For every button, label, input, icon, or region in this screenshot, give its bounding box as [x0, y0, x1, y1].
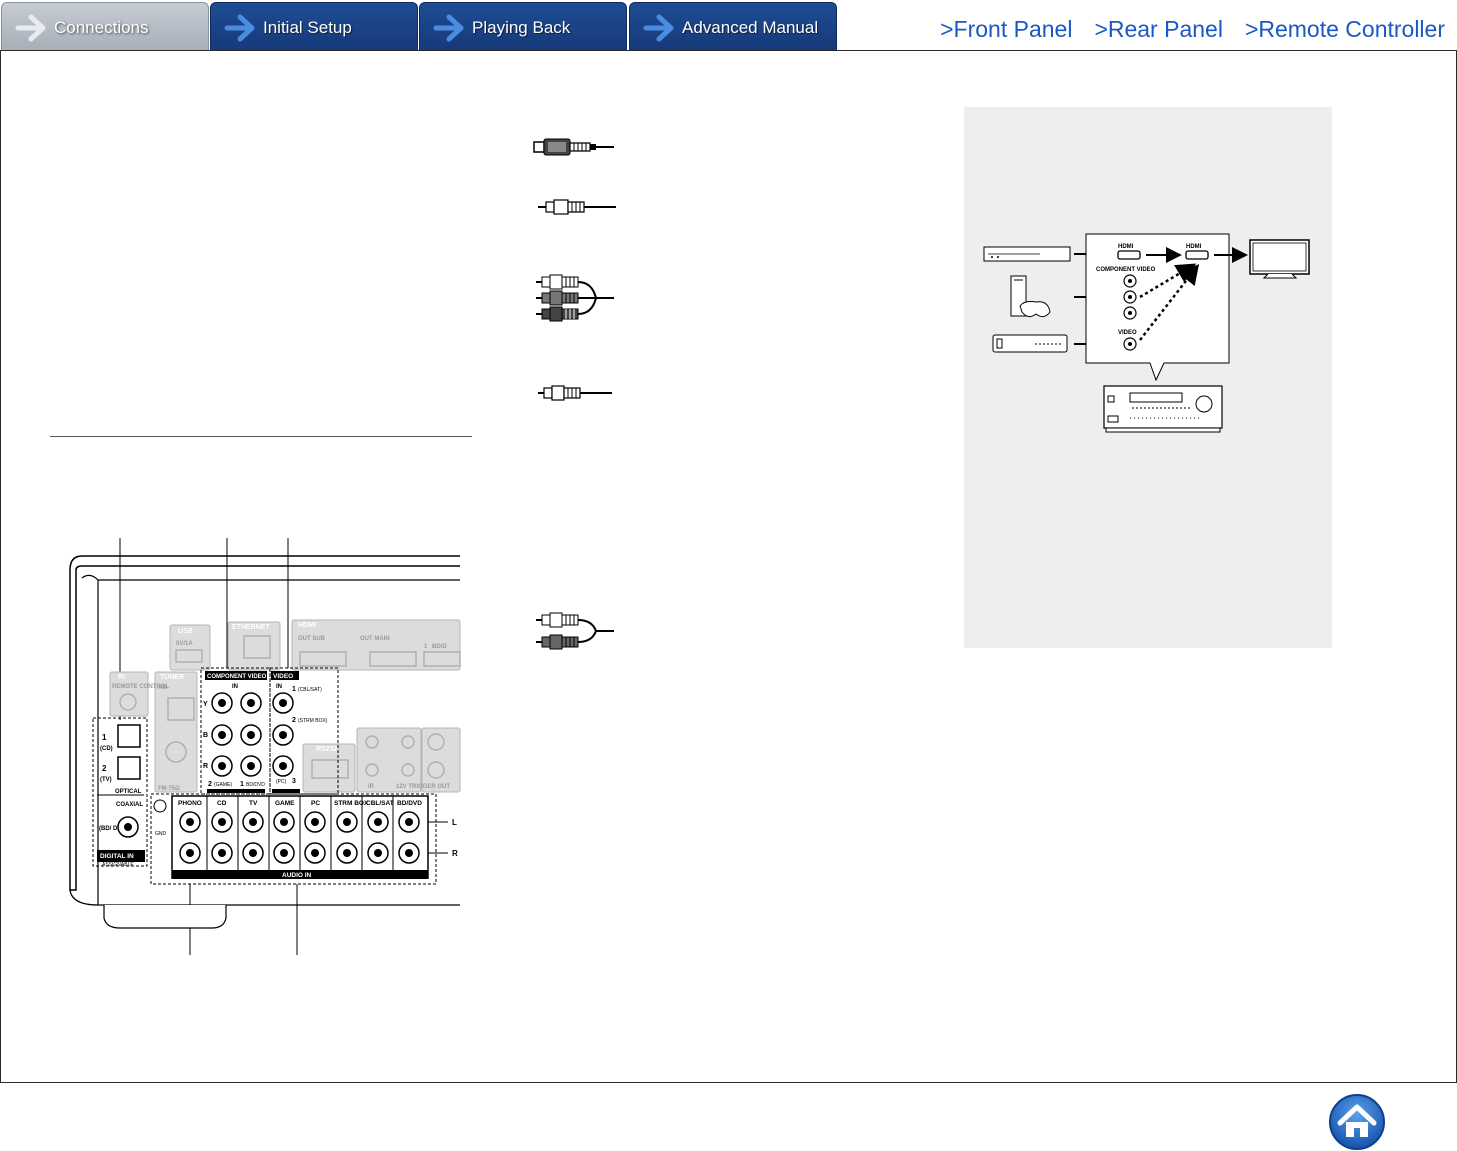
- component-pr-label: R: [203, 763, 208, 770]
- gnd-label: GND: [155, 831, 167, 837]
- tab-initial-setup[interactable]: Initial Setup: [210, 2, 418, 51]
- composite-video-cable-icon: [538, 385, 612, 401]
- diagram-component-video-label: COMPONENT VIDEO: [1096, 267, 1156, 273]
- tv-icon: [1249, 239, 1310, 279]
- audio-col-strmbox: STRM BOX: [334, 800, 369, 807]
- bd-player-icon: [983, 246, 1071, 262]
- tab-label: Playing Back: [472, 18, 571, 37]
- component-game-label: (GAME): [214, 782, 232, 788]
- audio-col-game: GAME: [275, 800, 295, 807]
- audio-col-pc: PC: [311, 800, 320, 807]
- component-bddvd-label: BD/DVD: [246, 782, 265, 788]
- audio-col-cd: CD: [217, 800, 227, 807]
- av-receiver-icon: [1103, 385, 1223, 433]
- tab-playing-back[interactable]: Playing Back: [419, 2, 627, 51]
- rear-panel-illustration: USB ETHERNET HDMI RI TUNER RS232 5V/1A O…: [69, 538, 461, 955]
- tab-label: Initial Setup: [263, 18, 352, 37]
- section-divider: [50, 436, 472, 437]
- hdmi-label: HDMI: [298, 622, 316, 629]
- trigger-label: 12V TRIGGER OUT: [396, 784, 450, 790]
- video-signal-flow-diagram: HDMI HDMI COMPONENT VIDEO VIDEO: [983, 233, 1310, 433]
- video-3-label: 3: [292, 778, 296, 785]
- front-panel-link[interactable]: >Front Panel: [940, 16, 1072, 43]
- top-navigation: Connections Initial Setup Playing Back A…: [0, 0, 1457, 51]
- digital-cd-label: (CD): [100, 746, 113, 752]
- tab-label: Advanced Manual: [682, 18, 819, 37]
- arrow-right-icon: [433, 14, 464, 42]
- am-label: AM: [158, 685, 167, 691]
- optical-label: OPTICAL: [115, 789, 142, 795]
- diagram-hdmi-out-label: HDMI: [1186, 244, 1202, 250]
- tab-advanced-manual[interactable]: Advanced Manual: [629, 2, 837, 51]
- tab-connections[interactable]: Connections: [1, 2, 209, 51]
- audio-col-bddvd: BD/DVD: [397, 800, 422, 807]
- tab-label: Connections: [54, 18, 149, 37]
- video-cblsat-label: (CBL/SAT): [298, 687, 322, 693]
- remote-controller-link[interactable]: >Remote Controller: [1245, 16, 1445, 43]
- component-video-label: COMPONENT VIDEO: [207, 674, 267, 680]
- coaxial-cable-icon: [538, 199, 616, 215]
- video-in-label: IN: [276, 684, 282, 690]
- component-in-label: IN: [232, 684, 238, 690]
- arrow-right-icon: [643, 14, 674, 42]
- audio-in-label: AUDIO IN: [282, 872, 312, 879]
- component-y-label: Y: [203, 701, 208, 708]
- digital-tv-label: (TV): [100, 777, 112, 783]
- digital-2-label: 2: [102, 764, 107, 773]
- home-button[interactable]: [1328, 1093, 1386, 1151]
- rear-panel-link[interactable]: >Rear Panel: [1094, 16, 1223, 43]
- digital-assignable-label: ASSIGNABLE: [102, 862, 134, 868]
- ethernet-label: ETHERNET: [232, 624, 270, 631]
- optical-cable-icon: [533, 138, 614, 156]
- diagram-video-label: VIDEO: [1118, 330, 1137, 336]
- arrow-right-icon: [15, 14, 46, 42]
- usb-label: USB: [178, 628, 193, 635]
- audio-col-tv: TV: [249, 800, 258, 807]
- component-1-label: 1: [240, 781, 244, 788]
- panel-links: >Front Panel >Rear Panel >Remote Control…: [940, 16, 1445, 43]
- hdmi-out-sub-label: OUT SUB: [298, 636, 326, 642]
- tuner-label: TUNER: [160, 674, 184, 681]
- hdmi-out-main-label: OUT MAIN: [360, 636, 390, 642]
- audio-col-cblsat: CBL/SAT: [366, 800, 394, 807]
- component-2-label: 2: [208, 781, 212, 788]
- ri-label: RI: [118, 674, 125, 681]
- cable-box-icon: [992, 334, 1068, 353]
- left-channel-label: L: [452, 818, 457, 827]
- rs232-label: RS232: [316, 746, 338, 753]
- ir-label: IR: [368, 784, 375, 790]
- hdmi-in-bd-label: BD/D: [432, 644, 447, 650]
- video-1-label: 1: [292, 686, 296, 693]
- right-channel-label: R: [452, 849, 458, 858]
- analog-audio-cable-icon: [536, 612, 614, 650]
- fm-label: FM 75Ω: [158, 786, 180, 792]
- coaxial-label: COAXIAL: [116, 802, 143, 808]
- diagram-hdmi-in-label: HDMI: [1118, 244, 1134, 250]
- component-pb-label: B: [203, 732, 208, 739]
- game-console-icon: [1010, 275, 1051, 318]
- video-pc-label: (PC): [276, 779, 287, 785]
- arrow-right-icon: [224, 14, 255, 42]
- video-label: VIDEO: [273, 673, 293, 680]
- audio-col-phono: PHONO: [178, 800, 202, 807]
- video-2-label: 2: [292, 717, 296, 724]
- digital-in-label: DIGITAL IN: [100, 853, 134, 860]
- component-cable-icon: [536, 274, 614, 322]
- video-strmbox-label: (STRM BOX): [298, 718, 328, 724]
- usb-rating-label: 5V/1A: [176, 641, 193, 647]
- digital-1-label: 1: [102, 733, 107, 742]
